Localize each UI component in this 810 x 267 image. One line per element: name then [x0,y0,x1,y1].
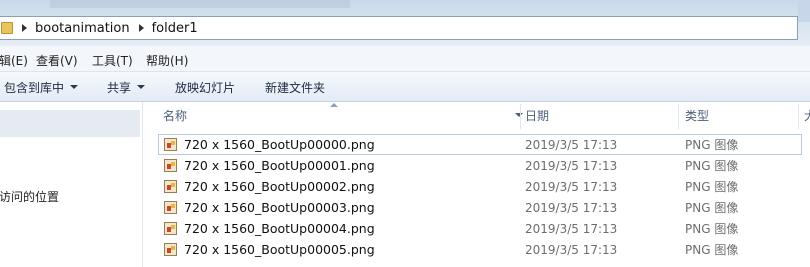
chevron-right-icon[interactable] [138,24,144,32]
dropdown-caret-icon [70,85,79,89]
file-date: 2019/3/5 17:13 [525,158,618,173]
nav-item-recent-places[interactable]: 访问的位置 [0,188,59,205]
address-box[interactable]: bootanimation folder1 [0,16,798,40]
breadcrumb-bootanimation[interactable]: bootanimation [35,21,130,36]
folder-icon [1,22,13,34]
slideshow-label: 放映幻灯片 [175,80,236,95]
dropdown-caret-icon [137,85,146,89]
file-name: 720 x 1560_BootUp00000.png [184,137,375,152]
png-file-icon [164,222,177,235]
nav-selected-item[interactable] [0,110,140,137]
png-file-icon [164,201,177,214]
png-file-icon [164,138,177,151]
column-headers: 名称 日期 类型 大 [144,102,810,129]
file-type: PNG 图像 [685,201,739,215]
new-folder-button[interactable]: 新建文件夹 [265,72,325,102]
column-header-type[interactable]: 类型 [685,102,709,129]
file-date: 2019/3/5 17:13 [525,179,618,194]
menu-tools[interactable]: 工具(T) [92,52,133,69]
chevron-right-icon[interactable] [22,24,27,32]
file-date: 2019/3/5 17:13 [525,221,618,236]
file-type: PNG 图像 [685,243,739,257]
share-label: 共享 [107,80,132,95]
file-row[interactable]: 720 x 1560_BootUp00004.png 2019/3/5 17:1… [144,218,810,239]
new-folder-label: 新建文件夹 [265,80,326,95]
file-name: 720 x 1560_BootUp00005.png [184,242,375,257]
sort-ascending-icon [330,103,338,107]
png-file-icon [164,180,177,193]
file-list: 720 x 1560_BootUp00000.png 2019/3/5 17:1… [144,134,810,260]
share-button[interactable]: 共享 [107,72,146,102]
file-date: 2019/3/5 17:13 [525,242,618,257]
file-row[interactable]: 720 x 1560_BootUp00005.png 2019/3/5 17:1… [144,239,810,260]
include-in-library-button[interactable]: 包含到库中 [4,72,79,102]
menu-bar: 辑(E) 查看(V) 工具(T) 帮助(H) [0,46,810,72]
column-separator[interactable] [520,104,521,129]
command-bar: 包含到库中 共享 放映幻灯片 新建文件夹 [0,72,810,102]
file-type: PNG 图像 [685,138,739,152]
navigation-pane: 访问的位置 [0,102,143,267]
column-header-size[interactable]: 大 [804,102,810,129]
file-date: 2019/3/5 17:13 [525,137,618,152]
file-type: PNG 图像 [685,180,739,194]
column-header-date[interactable]: 日期 [525,102,549,129]
file-date: 2019/3/5 17:13 [525,200,618,215]
file-name: 720 x 1560_BootUp00002.png [184,179,375,194]
menu-view[interactable]: 查看(V) [36,52,78,69]
address-bar-end [798,0,810,22]
menu-help[interactable]: 帮助(H) [146,52,188,69]
file-row[interactable]: 720 x 1560_BootUp00000.png 2019/3/5 17:1… [158,134,802,155]
file-name: 720 x 1560_BootUp00003.png [184,200,375,215]
include-in-library-label: 包含到库中 [4,80,65,95]
png-file-icon [164,159,177,172]
file-type: PNG 图像 [685,159,739,173]
file-row[interactable]: 720 x 1560_BootUp00003.png 2019/3/5 17:1… [144,197,810,218]
png-file-icon [164,243,177,256]
file-name: 720 x 1560_BootUp00004.png [184,221,375,236]
column-filter-caret-icon[interactable] [515,113,523,117]
file-row[interactable]: 720 x 1560_BootUp00002.png 2019/3/5 17:1… [144,176,810,197]
file-name: 720 x 1560_BootUp00001.png [184,158,375,173]
file-type: PNG 图像 [685,222,739,236]
column-separator[interactable] [678,104,679,129]
column-header-name[interactable]: 名称 [163,102,187,129]
file-row[interactable]: 720 x 1560_BootUp00001.png 2019/3/5 17:1… [144,155,810,176]
breadcrumb-folder1[interactable]: folder1 [152,21,198,36]
address-bar-area: bootanimation folder1 [0,0,810,46]
menu-edit[interactable]: 辑(E) [0,52,28,69]
column-separator[interactable] [798,104,799,129]
title-bar-blur [50,0,350,8]
slideshow-button[interactable]: 放映幻灯片 [175,72,235,102]
